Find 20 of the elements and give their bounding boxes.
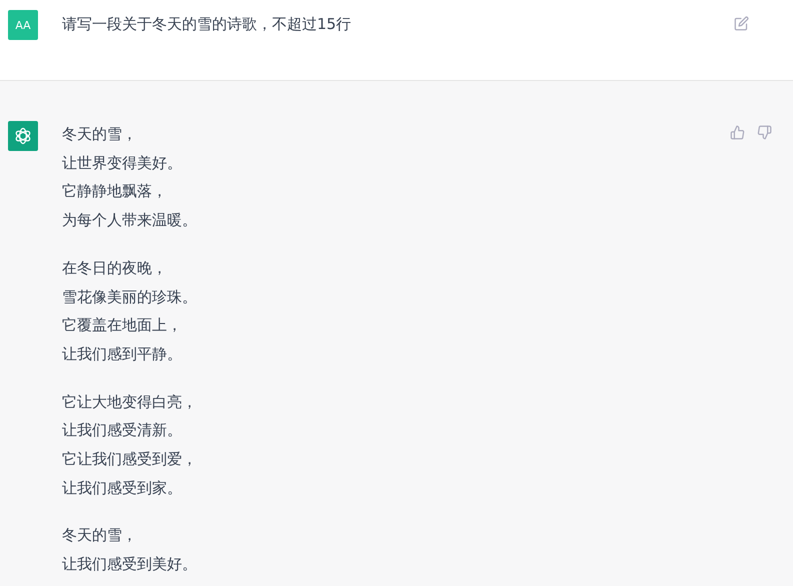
poem-line: 让我们感受清新。 [62, 420, 183, 442]
poem-line: 它让我们感受到爱， [62, 449, 198, 470]
poem-line: 让我们感受到家。 [62, 478, 183, 499]
poem-line: 在冬日的夜晚， [62, 258, 168, 279]
poem-line: 冬天的雪， [62, 525, 138, 546]
poem-line: 雪花像美丽的珍珠。 [62, 286, 198, 308]
poem-line: 它静静地飘落， [62, 181, 168, 202]
poem-line: 为每个人带来温暖。 [62, 210, 198, 232]
user-avatar: AA [8, 10, 38, 40]
poem-line: 让我们感到平静。 [62, 344, 183, 365]
poem-line: 冬天的雪， [62, 124, 138, 145]
poem-line: 它让大地变得白亮， [62, 392, 198, 413]
edit-icon[interactable] [734, 16, 749, 31]
poem-line: 让我们感受到美好。 [62, 554, 198, 576]
poem-line: 让世界变得美好。 [62, 152, 183, 174]
assistant-avatar-icon [8, 121, 38, 151]
thumbs-down-icon[interactable] [757, 125, 772, 140]
user-message: 请写一段关于冬天的雪的诗歌，不超过15行 [62, 14, 352, 35]
poem-line: 它覆盖在地面上， [62, 315, 183, 336]
thumbs-up-icon[interactable] [730, 125, 745, 140]
